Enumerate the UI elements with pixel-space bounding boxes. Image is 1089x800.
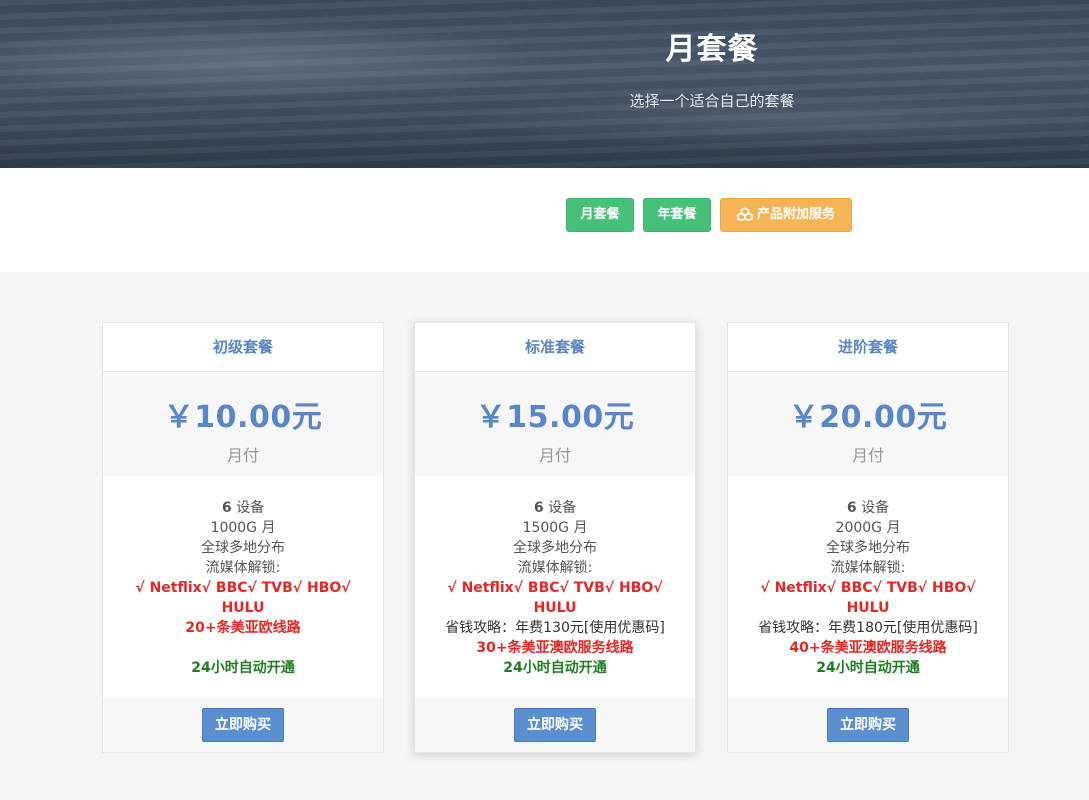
plan-price: ￥15.00元	[475, 400, 635, 435]
card-footer: 立即购买	[415, 698, 695, 752]
buy-now-button[interactable]: 立即购买	[202, 708, 284, 742]
feature-distribution: 全球多地分布	[826, 540, 910, 556]
feature-activation: 24小时自动开通	[816, 660, 920, 676]
feature-devices: 6 设备	[415, 498, 695, 518]
feature-traffic: 2000G 月	[835, 520, 901, 536]
billing-period: 月付	[538, 446, 571, 465]
plan-price: ￥20.00元	[788, 400, 948, 435]
feature-devices: 6 设备	[728, 498, 1008, 518]
feature-distribution: 全球多地分布	[201, 540, 285, 556]
feature-traffic: 1000G 月	[210, 520, 276, 536]
feature-unlock-label: 流媒体解锁:	[205, 560, 281, 576]
feature-unlock-services: √ Netflix√ BBC√ TVB√ HBO√	[760, 580, 976, 596]
billing-period: 月付	[226, 446, 259, 465]
tab-monthly-label: 月套餐	[580, 207, 620, 222]
plan-card-standard: 标准套餐 ￥15.00元 月付 6 设备 1500G 月 全球多地分布 流媒体解…	[414, 322, 696, 753]
tab-addon-label: 产品附加服务	[756, 207, 835, 222]
devices-unit: 设备	[231, 500, 265, 516]
price-area: ￥15.00元 月付	[415, 372, 695, 476]
feature-routes: 20+条美亚欧线路	[185, 620, 301, 636]
buy-now-button[interactable]: 立即购买	[514, 708, 596, 742]
feature-saving-tip: 省钱攻略：年费180元[使用优惠码]	[758, 620, 978, 636]
tab-bar	[0, 168, 1089, 272]
feature-unlock-services: √ Netflix√ BBC√ TVB√ HBO√	[135, 580, 351, 596]
card-footer: 立即购买	[728, 698, 1008, 752]
feature-list: 6 设备 1500G 月 全球多地分布 流媒体解锁: √ Netflix√ BB…	[415, 476, 695, 697]
billing-period: 月付	[851, 446, 884, 465]
devices-count: 6	[533, 500, 544, 516]
cubes-icon	[736, 207, 753, 222]
tab-yearly-label: 年套餐	[657, 207, 697, 222]
price-area: ￥20.00元 月付	[728, 372, 1008, 476]
tab-yearly[interactable]: 年套餐	[643, 198, 711, 232]
devices-count: 6	[221, 500, 232, 516]
feature-unlock-services-2: HULU	[846, 600, 890, 616]
feature-distribution: 全球多地分布	[513, 540, 597, 556]
feature-unlock-services: √ Netflix√ BBC√ TVB√ HBO√	[447, 580, 663, 596]
feature-routes: 30+条美亚澳欧服务线路	[476, 640, 634, 656]
devices-unit: 设备	[856, 500, 890, 516]
feature-unlock-services-2: HULU	[533, 600, 577, 616]
card-footer: 立即购买	[103, 698, 383, 752]
feature-traffic: 1500G 月	[522, 520, 588, 536]
tab-monthly[interactable]: 月套餐	[566, 198, 634, 232]
plan-name: 初级套餐	[103, 323, 383, 372]
feature-activation: 24小时自动开通	[191, 660, 295, 676]
feature-unlock-label: 流媒体解锁:	[830, 560, 906, 576]
plan-name: 标准套餐	[415, 323, 695, 372]
feature-list: 6 设备 2000G 月 全球多地分布 流媒体解锁: √ Netflix√ BB…	[728, 476, 1008, 697]
tab-addon-services[interactable]: 产品附加服务	[720, 198, 852, 232]
feature-unlock-label: 流媒体解锁:	[517, 560, 593, 576]
plan-card-advanced: 进阶套餐 ￥20.00元 月付 6 设备 2000G 月 全球多地分布 流媒体解…	[727, 322, 1009, 753]
feature-saving-tip: 省钱攻略：年费130元[使用优惠码]	[445, 620, 665, 636]
feature-list: 6 设备 1000G 月 全球多地分布 流媒体解锁: √ Netflix√ BB…	[103, 476, 383, 697]
hero-banner: 月套餐 选择一个适合自己的套餐	[0, 0, 1089, 168]
feature-routes: 40+条美亚澳欧服务线路	[789, 640, 947, 656]
feature-activation: 24小时自动开通	[503, 660, 607, 676]
devices-unit: 设备	[543, 500, 577, 516]
plan-price: ￥10.00元	[163, 400, 323, 435]
devices-count: 6	[846, 500, 857, 516]
plan-card-basic: 初级套餐 ￥10.00元 月付 6 设备 1000G 月 全球多地分布 流媒体解…	[102, 322, 384, 753]
price-area: ￥10.00元 月付	[103, 372, 383, 476]
plan-name: 进阶套餐	[728, 323, 1008, 372]
page-subtitle: 选择一个适合自己的套餐	[629, 92, 795, 110]
feature-devices: 6 设备	[103, 498, 383, 518]
buy-now-button[interactable]: 立即购买	[827, 708, 909, 742]
feature-unlock-services-2: HULU	[221, 600, 265, 616]
page-title: 月套餐	[665, 32, 759, 67]
